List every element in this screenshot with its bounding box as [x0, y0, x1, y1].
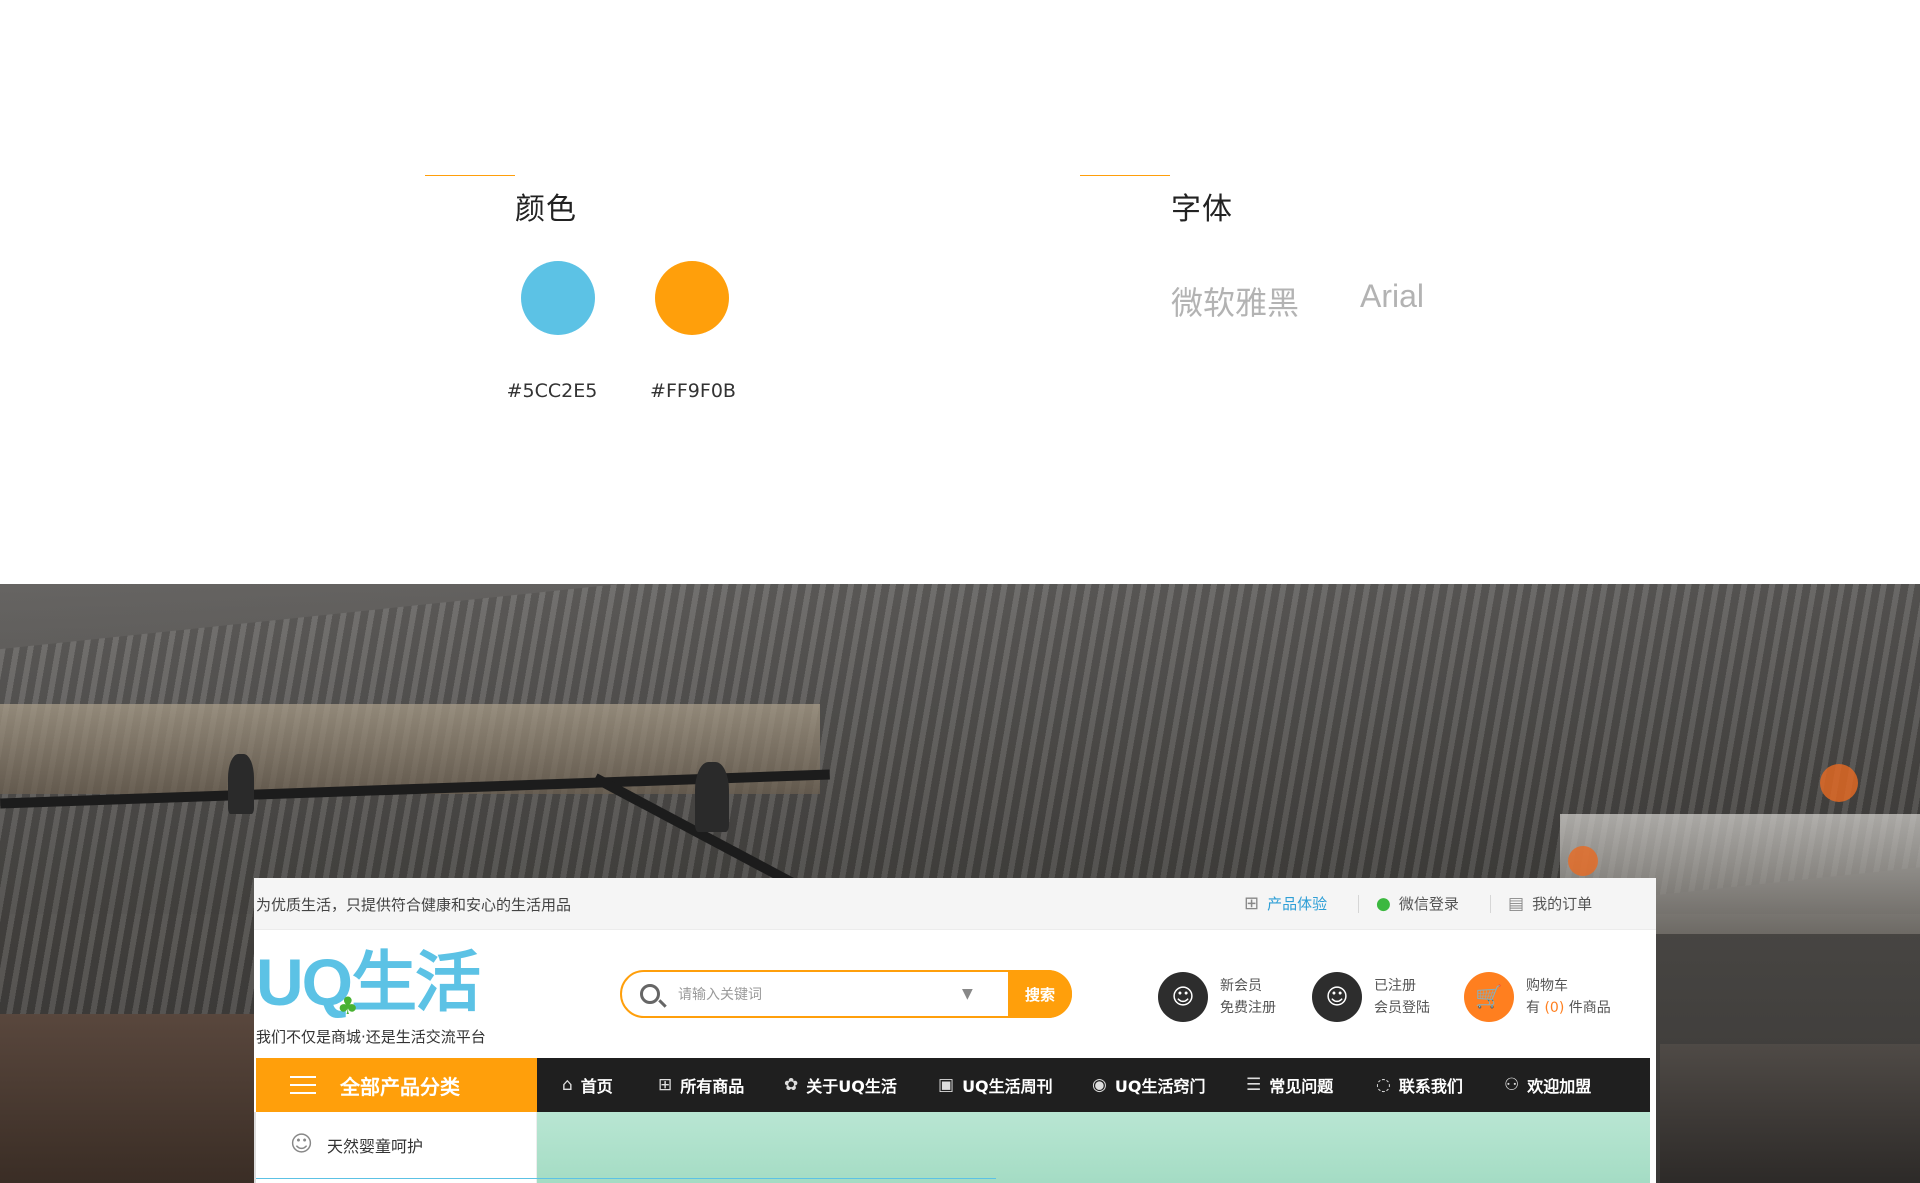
- nav-weekly[interactable]: ▣ UQ生活周刊: [938, 1058, 1053, 1112]
- cart-suffix: 件商品: [1568, 1000, 1611, 1016]
- grid-icon: ⊞: [1244, 893, 1260, 914]
- font-sample-yahei: 微软雅黑: [1171, 284, 1300, 322]
- user-add-icon: ☺: [1158, 972, 1208, 1022]
- member-text: 已注册 会员登陆: [1374, 975, 1430, 1019]
- side-category-menu: ☺ 天然婴童呵护: [256, 1112, 537, 1183]
- menu-icon: [290, 1076, 316, 1094]
- website-preview: 为优质生活，只提供符合健康和安心的生活用品 ⊞ 产品体验 ● 微信登录 ▤ 我的…: [254, 878, 1656, 1183]
- member-login[interactable]: ☺ 已注册 会员登陆: [1312, 970, 1430, 1024]
- member-line1: 新会员: [1220, 978, 1262, 994]
- side-category-label: 天然婴童呵护: [326, 1136, 423, 1156]
- nav-label: 欢迎加盟: [1527, 1077, 1592, 1096]
- top-link-my-orders[interactable]: ▤ 我的订单: [1508, 893, 1592, 914]
- nav-tips[interactable]: ◉ UQ生活窍门: [1092, 1058, 1205, 1112]
- divider: [1358, 895, 1359, 913]
- nav-label: 联系我们: [1398, 1077, 1463, 1096]
- nav-faq[interactable]: ☰ 常见问题: [1246, 1058, 1333, 1112]
- top-link-product-experience[interactable]: ⊞ 产品体验: [1244, 893, 1327, 914]
- color-swatch-blue: [521, 261, 595, 335]
- top-bar: 为优质生活，只提供符合健康和安心的生活用品 ⊞ 产品体验 ● 微信登录 ▤ 我的…: [254, 878, 1656, 930]
- shop-sign-dot: [1568, 846, 1598, 876]
- top-link-label: 微信登录: [1398, 895, 1459, 913]
- category-button-label: 全部产品分类: [340, 1074, 460, 1099]
- color-swatch-orange: [655, 261, 729, 335]
- cart-title: 购物车: [1526, 978, 1568, 994]
- baby-icon: ☺: [290, 1132, 313, 1157]
- person-silhouette: [695, 762, 729, 832]
- nav-label: 所有商品: [680, 1077, 745, 1096]
- bulb-icon: ◉: [1092, 1075, 1107, 1095]
- storefront-left: [0, 1014, 255, 1183]
- color-code-blue: #5CC2E5: [506, 380, 598, 402]
- cart-count: (0): [1544, 1000, 1565, 1016]
- nav-all-products[interactable]: ⊞ 所有商品: [658, 1058, 744, 1112]
- search-input[interactable]: [678, 982, 948, 1008]
- font-sample-arial: Arial: [1360, 278, 1425, 314]
- shopping-cart[interactable]: 🛒 购物车 有 (0) 件商品: [1464, 970, 1611, 1024]
- divider: [1490, 895, 1491, 913]
- order-icon: ▤: [1508, 893, 1525, 914]
- nav-label: 关于UQ生活: [806, 1077, 897, 1096]
- nav-label: 常见问题: [1269, 1077, 1334, 1096]
- user-login-icon: ☺: [1312, 972, 1362, 1022]
- member-line1: 已注册: [1374, 978, 1416, 994]
- wechat-icon: ●: [1376, 893, 1391, 914]
- site-logo[interactable]: UQ生活 ♣: [256, 945, 508, 1020]
- search-button[interactable]: 搜索: [1008, 970, 1072, 1018]
- side-category-item[interactable]: ☺ 天然婴童呵护: [290, 1132, 423, 1157]
- shop-sign-dot: [1820, 764, 1858, 802]
- font-section-title: 字体: [1171, 192, 1233, 227]
- member-line2: 会员登陆: [1374, 1000, 1430, 1016]
- join-icon: ⚇: [1504, 1075, 1520, 1095]
- color-section-title: 颜色: [515, 192, 577, 227]
- faq-icon: ☰: [1246, 1075, 1262, 1095]
- magazine-icon: ▣: [938, 1075, 955, 1095]
- top-link-label: 我的订单: [1532, 895, 1593, 913]
- cart-summary: 有 (0) 件商品: [1526, 997, 1611, 1019]
- main-nav: 全部产品分类 ⌂ 首页 ⊞ 所有商品 ✿ 关于UQ生活 ▣ UQ生活周刊 ◉ UQ生活窍门…: [256, 1058, 1650, 1112]
- color-code-orange: #FF9F0B: [650, 380, 736, 402]
- cart-text: 购物车 有 (0) 件商品: [1526, 975, 1611, 1019]
- search-icon: [640, 984, 660, 1004]
- new-member-register[interactable]: ☺ 新会员 免费注册: [1158, 970, 1276, 1024]
- chat-icon: ◌: [1376, 1075, 1391, 1095]
- top-link-label: 产品体验: [1267, 895, 1328, 913]
- top-link-wechat-login[interactable]: ● 微信登录: [1376, 893, 1459, 914]
- search-box: ▼: [620, 970, 1072, 1018]
- nav-join[interactable]: ⚇ 欢迎加盟: [1504, 1058, 1591, 1112]
- storefront-right: [1660, 1044, 1920, 1183]
- cart-prefix: 有: [1526, 1000, 1540, 1016]
- chevron-down-icon[interactable]: ▼: [962, 986, 973, 1002]
- person-silhouette: [228, 754, 254, 814]
- color-title-accent-line: [425, 175, 515, 176]
- site-slogan: 为优质生活，只提供符合健康和安心的生活用品: [256, 896, 572, 914]
- dropdown-outline: [256, 1178, 996, 1183]
- aperture-icon: ✿: [784, 1075, 799, 1095]
- nav-about[interactable]: ✿ 关于UQ生活: [784, 1058, 897, 1112]
- cart-icon: 🛒: [1464, 972, 1514, 1022]
- clover-icon: ♣: [337, 992, 359, 1020]
- nav-label: UQ生活窍门: [1114, 1077, 1206, 1096]
- nav-contact[interactable]: ◌ 联系我们: [1376, 1058, 1463, 1112]
- nav-label: 首页: [580, 1077, 613, 1096]
- nav-home[interactable]: ⌂ 首页: [562, 1058, 613, 1112]
- member-line2: 免费注册: [1220, 1000, 1276, 1016]
- style-guide-section: 颜色 #5CC2E5 #FF9F0B 字体 微软雅黑 Arial: [0, 0, 1920, 584]
- logo-tagline: 我们不仅是商城·还是生活交流平台: [256, 1028, 486, 1046]
- member-text: 新会员 免费注册: [1220, 975, 1276, 1019]
- promo-banner[interactable]: [537, 1112, 1650, 1183]
- nav-label: UQ生活周刊: [962, 1077, 1053, 1096]
- font-title-accent-line: [1080, 175, 1170, 176]
- home-icon: ⌂: [562, 1075, 573, 1095]
- apps-icon: ⊞: [658, 1075, 673, 1095]
- logo-text: UQ生活: [256, 945, 481, 1019]
- all-categories-button[interactable]: 全部产品分类: [256, 1058, 537, 1112]
